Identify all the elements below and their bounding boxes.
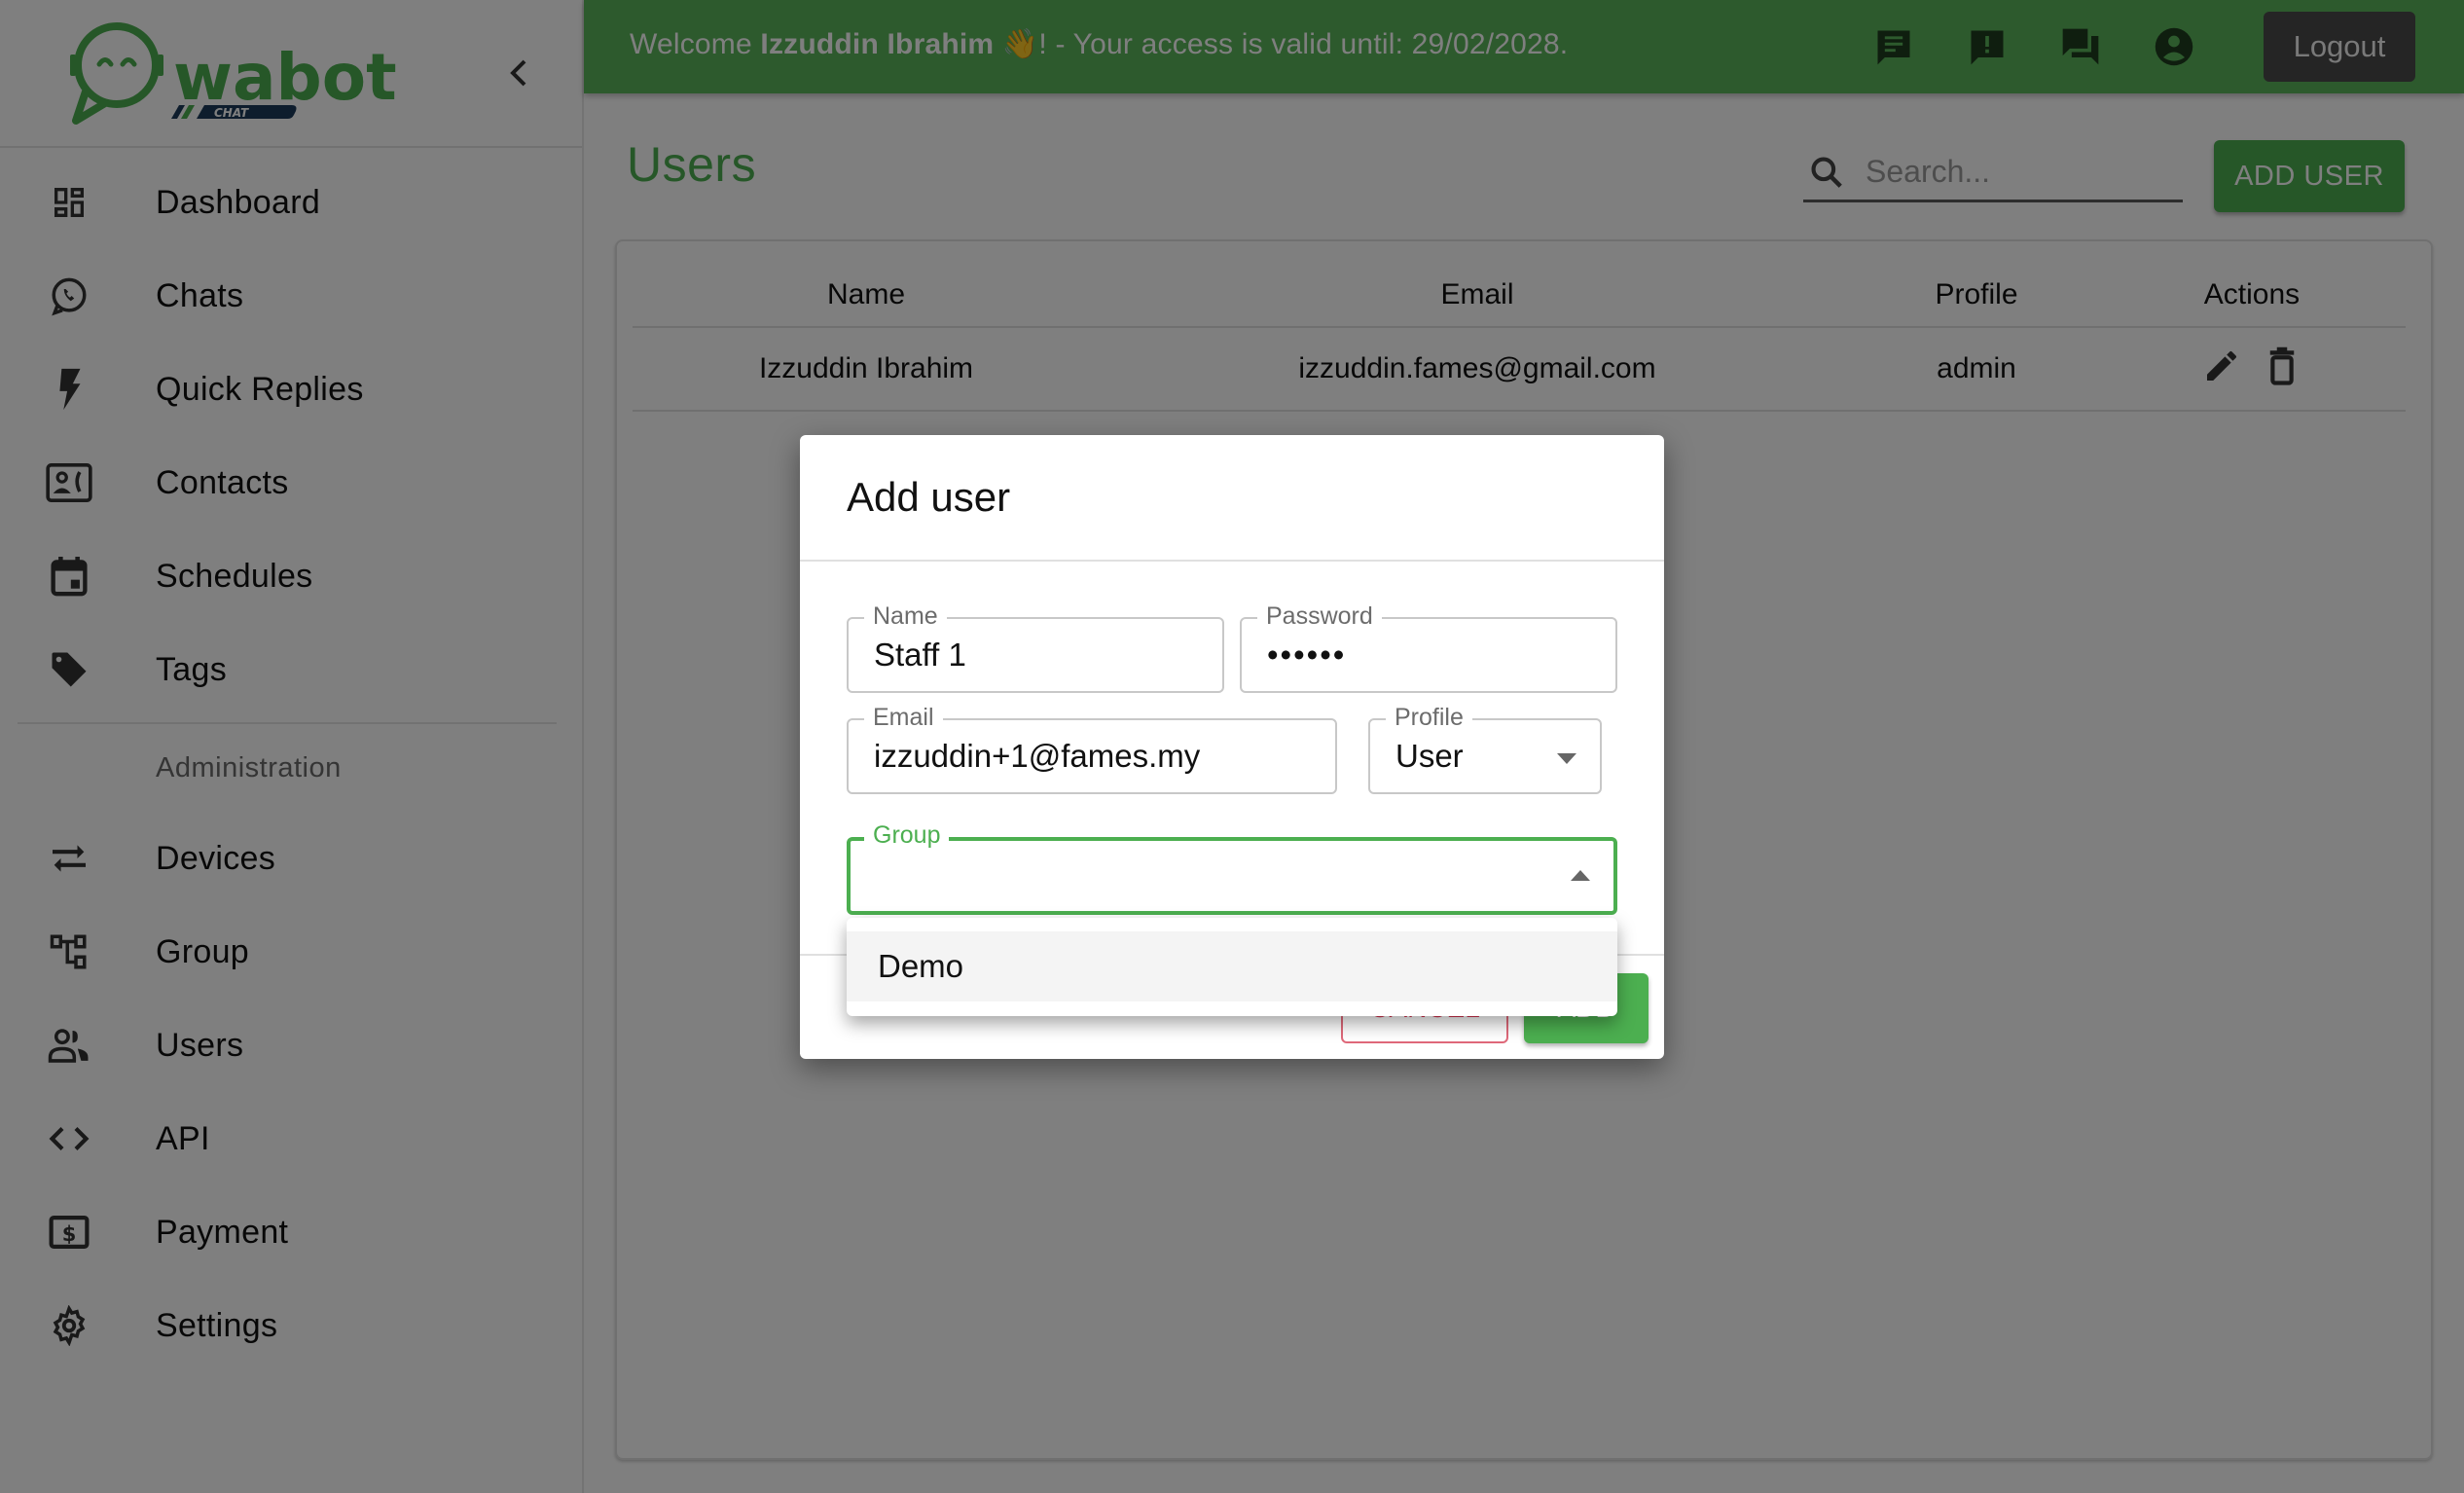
password-label: Password: [1257, 602, 1382, 630]
group-label: Group: [864, 821, 950, 849]
name-label: Name: [864, 602, 947, 630]
email-label: Email: [864, 704, 943, 731]
name-input[interactable]: [874, 637, 1174, 674]
dialog-title: Add user: [847, 474, 1011, 520]
email-input[interactable]: [874, 738, 1263, 775]
profile-value: User: [1395, 738, 1464, 774]
group-select[interactable]: Group: [847, 821, 1617, 915]
email-field: Email: [847, 704, 1337, 794]
dialog-divider: [800, 560, 1664, 562]
group-options-menu: Demo: [847, 918, 1617, 1016]
name-field: Name: [847, 602, 1224, 693]
group-option-demo[interactable]: Demo: [847, 931, 1617, 1001]
profile-label: Profile: [1386, 704, 1472, 731]
caret-down-icon: [1557, 753, 1576, 764]
password-field: Password ••••••: [1240, 602, 1617, 693]
password-input[interactable]: ••••••: [1267, 637, 1566, 674]
profile-select[interactable]: Profile User: [1368, 704, 1602, 794]
caret-up-icon: [1571, 870, 1590, 881]
